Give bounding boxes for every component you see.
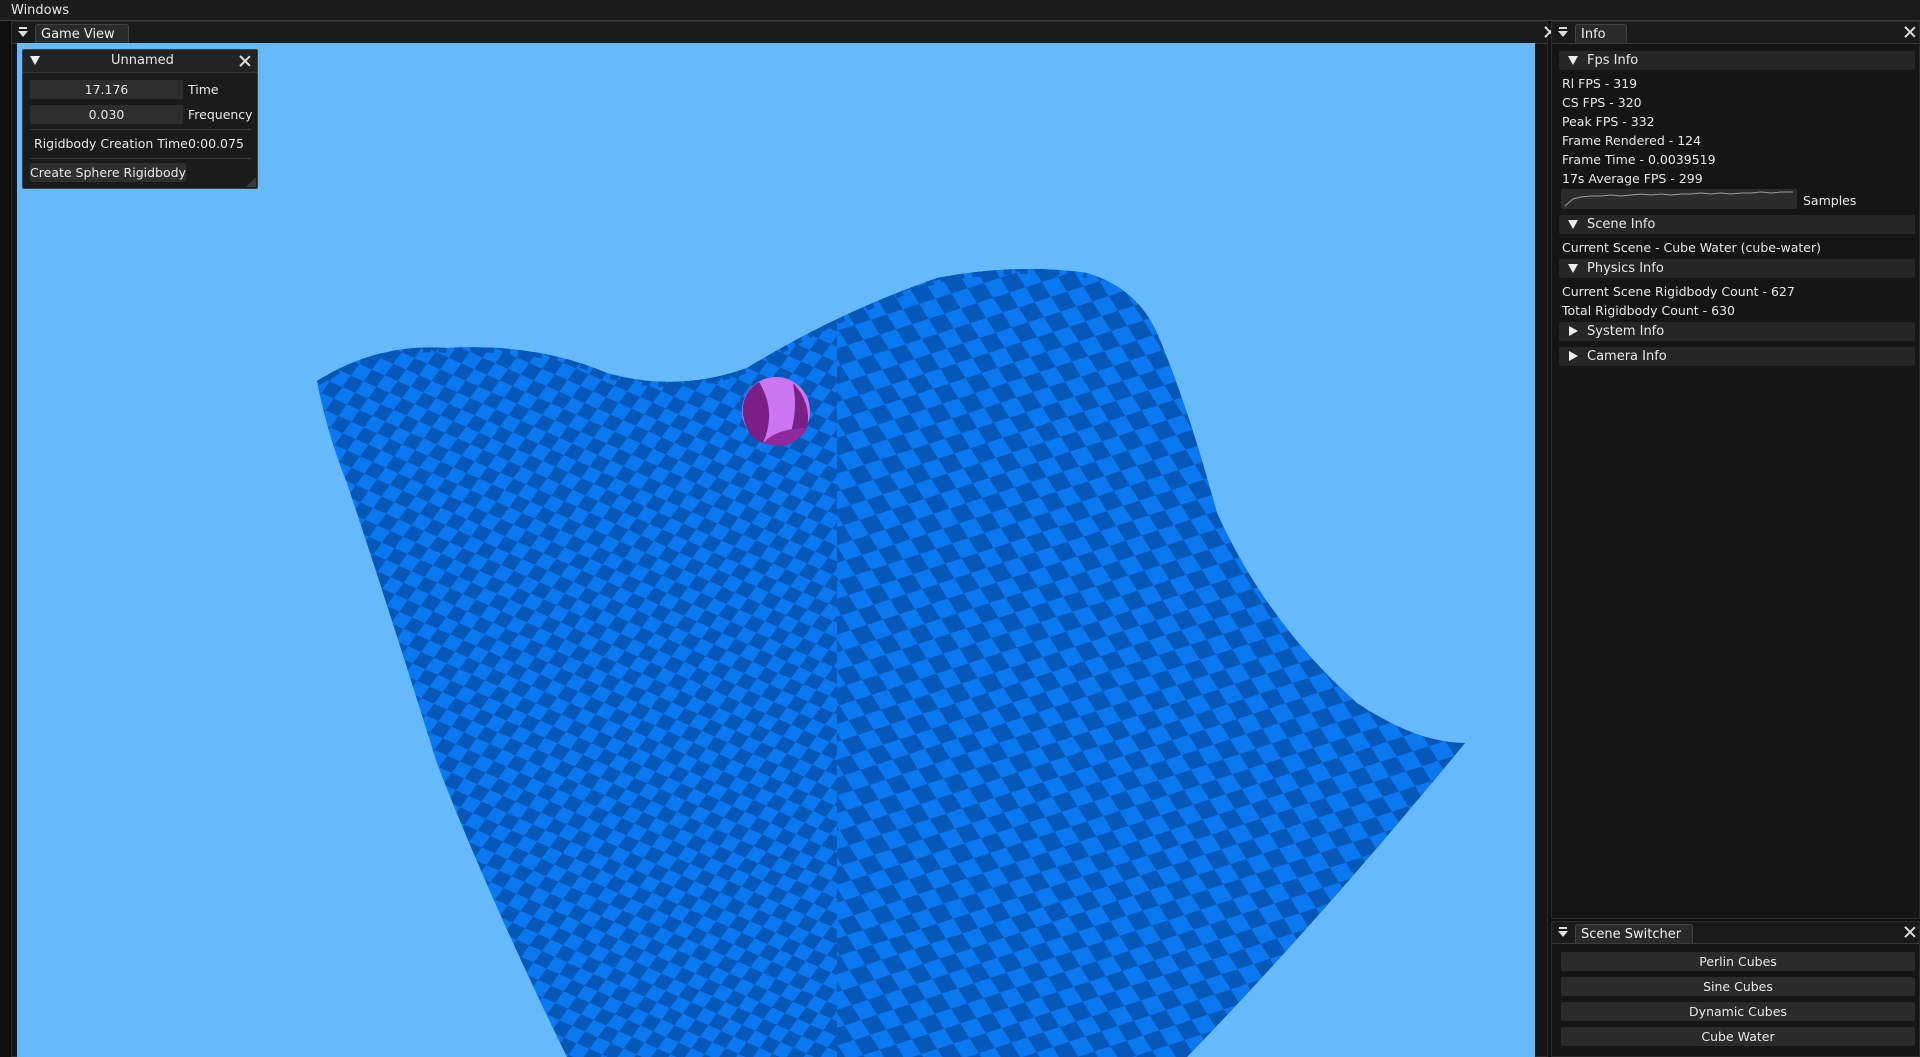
fps-samples-plot[interactable] xyxy=(1561,189,1797,209)
dock-menu-icon[interactable] xyxy=(1558,25,1568,39)
scene-rigidbody-count-text: Current Scene Rigidbody Count - 627 xyxy=(1562,284,1795,299)
separator xyxy=(30,158,251,159)
scene-switcher-tabbar: Scene Switcher xyxy=(1552,922,1919,944)
menu-bar: Windows xyxy=(0,0,1920,21)
rigidbody-creation-label: Rigidbody Creation Time xyxy=(34,136,188,151)
system-info-header[interactable]: System Info xyxy=(1559,322,1915,341)
close-icon[interactable] xyxy=(1904,26,1916,38)
current-scene-text: Current Scene - Cube Water (cube-water) xyxy=(1562,240,1821,255)
samples-label: Samples xyxy=(1803,193,1857,208)
frame-rendered-text: Frame Rendered - 124 xyxy=(1562,133,1702,148)
dock-menu-icon[interactable] xyxy=(1558,925,1568,939)
dynamic-cubes-button[interactable]: Dynamic Cubes xyxy=(1561,1002,1915,1021)
total-rigidbody-count-text: Total Rigidbody Count - 630 xyxy=(1562,303,1735,318)
separator xyxy=(30,129,251,130)
cs-fps-text: CS FPS - 320 xyxy=(1562,95,1642,110)
tab-game-view[interactable]: Game View xyxy=(35,24,129,43)
dock-menu-icon[interactable] xyxy=(18,25,28,39)
peak-fps-text: Peak FPS - 332 xyxy=(1562,114,1655,129)
triangle-down-icon[interactable] xyxy=(30,56,40,65)
sine-cubes-button[interactable]: Sine Cubes xyxy=(1561,977,1915,996)
perlin-cubes-button[interactable]: Perlin Cubes xyxy=(1561,952,1915,971)
tab-scene-switcher[interactable]: Scene Switcher xyxy=(1575,924,1693,943)
triangle-down-icon xyxy=(1568,220,1578,229)
triangle-right-icon xyxy=(1569,326,1578,336)
rigidbody-creation-value: 0:00.075 xyxy=(188,136,244,151)
unnamed-titlebar[interactable]: Unnamed xyxy=(23,50,257,73)
create-sphere-rigidbody-button[interactable]: Create Sphere Rigidbody xyxy=(30,163,186,182)
close-icon[interactable] xyxy=(1904,926,1916,938)
triangle-down-icon xyxy=(1568,56,1578,65)
frequency-label: Frequency xyxy=(188,107,253,122)
rl-fps-text: Rl FPS - 319 xyxy=(1562,76,1638,91)
close-icon[interactable] xyxy=(239,55,251,67)
game-viewport[interactable] xyxy=(17,43,1535,1057)
purple-sphere xyxy=(742,377,810,446)
time-input[interactable]: 17.176 xyxy=(30,80,183,99)
physics-info-header[interactable]: Physics Info xyxy=(1559,259,1915,278)
fps-sparkline xyxy=(1564,191,1793,207)
frame-time-text: Frame Time - 0.0039519 xyxy=(1562,152,1716,167)
menu-windows[interactable]: Windows xyxy=(11,3,69,18)
frequency-input[interactable]: 0.030 xyxy=(30,105,183,124)
info-tabbar: Info xyxy=(1552,22,1919,44)
camera-info-header[interactable]: Camera Info xyxy=(1559,347,1915,366)
average-fps-text: 17s Average FPS - 299 xyxy=(1562,171,1703,186)
game-view-tabbar: Game View xyxy=(12,22,1547,44)
unnamed-title: Unnamed xyxy=(111,53,174,68)
unnamed-window: Unnamed 17.176 Time 0.030 Frequency Rigi… xyxy=(22,49,258,189)
resize-grip[interactable] xyxy=(246,177,256,187)
fps-info-header[interactable]: Fps Info xyxy=(1559,51,1915,70)
scene-render xyxy=(317,269,1465,1057)
cube-water-button[interactable]: Cube Water xyxy=(1561,1027,1915,1046)
triangle-right-icon xyxy=(1569,351,1578,361)
tab-info[interactable]: Info xyxy=(1575,24,1627,43)
triangle-down-icon xyxy=(1568,264,1578,273)
scene-info-header[interactable]: Scene Info xyxy=(1559,215,1915,234)
time-label: Time xyxy=(188,82,219,97)
cube-water-surface xyxy=(317,269,1465,1057)
